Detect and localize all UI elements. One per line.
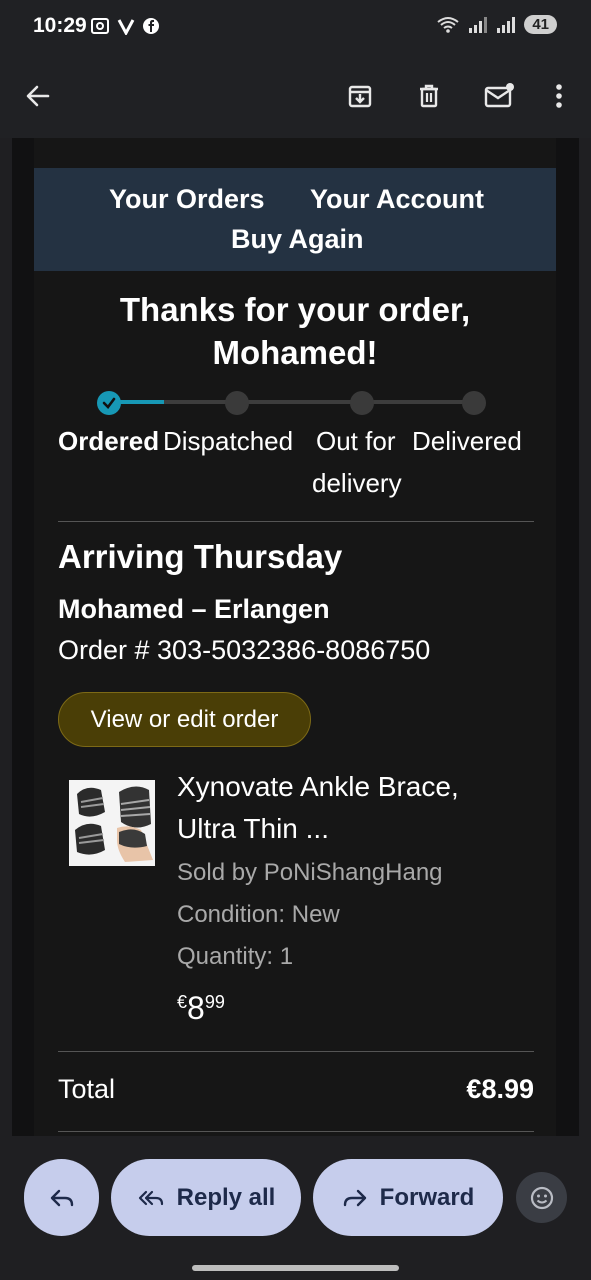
battery-indicator: 41 [524,15,557,34]
shipment-progress [34,388,556,418]
more-vert-icon[interactable] [539,76,579,116]
product-name[interactable]: Xynovate Ankle Brace, Ultra Thin ... [177,766,537,850]
order-confirmation: Your Orders Your Account Buy Again Thank… [34,138,556,1136]
condition: Condition: New [177,901,340,928]
screenshot-icon [91,18,109,34]
status-bar: 10:29 41 [0,0,591,56]
step-ordered-label: Ordered [58,426,160,456]
progress-track-remaining [164,400,475,404]
step-ordered-dot [97,391,121,415]
archive-icon[interactable] [340,76,380,116]
product-image[interactable] [69,780,155,866]
delete-icon[interactable] [409,76,449,116]
your-orders-link[interactable]: Your Orders [109,184,265,215]
step-delivery-label: delivery [312,468,402,498]
forward-icon [343,1189,366,1206]
step-delivered-dot [462,391,486,415]
price-cents: 99 [204,992,225,1012]
divider [58,1051,534,1052]
sold-by: Sold by PoNiShangHang [177,859,443,886]
total-value: €8.99 [466,1074,534,1104]
your-account-link[interactable]: Your Account [310,184,484,215]
reply-all-button[interactable]: Reply all [111,1159,301,1236]
quantity: Quantity: 1 [177,943,294,970]
forward-label: Forward [379,1183,475,1211]
divider [58,521,534,522]
step-out-for-label: Out for [316,426,396,456]
order-number: Order # 303-5032386-8086750 [58,635,431,665]
status-system-icons: 41 [436,15,557,34]
emoji-reaction-icon [530,1186,553,1209]
view-edit-order-button[interactable]: View or edit order [58,692,311,747]
reply-button[interactable] [24,1159,99,1236]
total-label: Total [58,1074,116,1104]
forward-button[interactable]: Forward [313,1159,503,1236]
thanks-line-2: Mohamed! [212,334,378,371]
facebook-icon [143,18,159,34]
step-dispatched-label: Dispatched [163,426,294,456]
signal-roaming-icon [497,16,516,33]
signal-icon [469,16,488,33]
thanks-heading: Thanks for your order, Mohamed! [34,288,556,374]
email-action-bar: Reply all Forward [0,1136,591,1280]
price-whole: 8 [187,990,205,1026]
product-name-line-2: Ultra Thin ... [177,813,329,844]
step-out-for-delivery-dot [350,391,374,415]
reply-all-label: Reply all [176,1183,276,1211]
product-name-line-1: Xynovate Ankle Brace, [177,771,459,802]
email-body: Your Orders Your Account Buy Again Thank… [12,138,579,1136]
arrival-heading: Arriving Thursday [58,538,343,575]
step-dispatched-dot [225,391,249,415]
price-currency: € [177,992,188,1012]
status-notification-icons [90,16,160,36]
status-time: 10:29 [33,14,87,37]
recipient-location: Mohamed – Erlangen [58,594,330,624]
back-arrow-icon[interactable] [18,76,58,116]
wifi-icon [437,16,459,33]
divider [58,1131,534,1132]
thanks-line-1: Thanks for your order, [119,291,471,328]
amazon-nav-banner: Your Orders Your Account Buy Again [34,168,556,271]
step-delivered-label: Delivered [412,426,522,456]
emoji-reaction-button[interactable] [516,1172,567,1223]
reply-all-icon [138,1190,163,1205]
v-app-icon [117,19,135,35]
email-toolbar [0,56,591,138]
item-price: €899 [177,990,225,1027]
reply-icon [50,1189,73,1206]
mark-unread-icon[interactable] [479,76,519,116]
check-icon [102,397,116,409]
buy-again-link[interactable]: Buy Again [231,224,364,255]
home-indicator[interactable] [192,1265,399,1271]
